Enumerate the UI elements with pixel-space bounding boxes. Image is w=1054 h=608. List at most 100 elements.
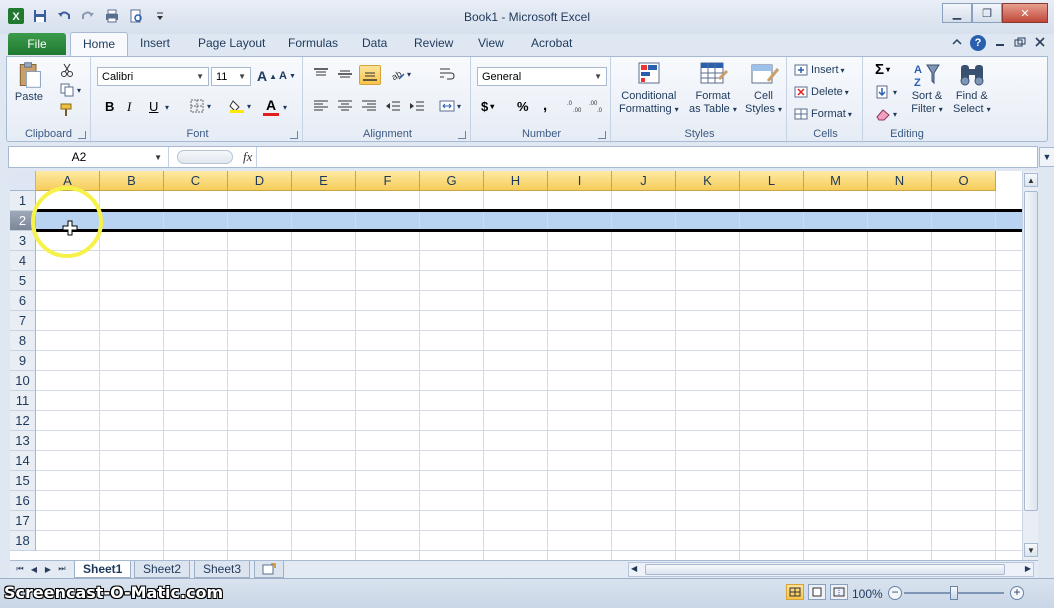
row-header[interactable]: 13 bbox=[10, 431, 36, 451]
tab-acrobat[interactable]: Acrobat bbox=[531, 36, 572, 50]
font-name-select[interactable]: Calibri ▼ bbox=[97, 67, 209, 86]
scroll-left-button[interactable]: ◀ bbox=[631, 564, 637, 573]
formula-resize-handle[interactable] bbox=[177, 150, 233, 164]
first-sheet-icon[interactable]: ⏮ bbox=[14, 563, 26, 575]
decrease-decimal-button[interactable]: .00.0 bbox=[589, 99, 605, 113]
comma-button[interactable]: , bbox=[543, 97, 547, 114]
font-launcher-icon[interactable] bbox=[290, 131, 298, 139]
row-header[interactable]: 1 bbox=[10, 191, 36, 211]
sheet-tab-1[interactable]: Sheet1 bbox=[74, 561, 132, 578]
insert-function-button[interactable]: fx bbox=[243, 149, 252, 165]
copy-button[interactable]: ▾ bbox=[59, 83, 81, 97]
column-header[interactable]: C bbox=[164, 171, 228, 191]
tab-data[interactable]: Data bbox=[362, 36, 387, 50]
tab-insert[interactable]: Insert bbox=[140, 36, 170, 50]
select-all-button[interactable] bbox=[10, 171, 36, 191]
bold-button[interactable]: B bbox=[105, 99, 114, 114]
grow-font-button[interactable]: A ▲ bbox=[257, 68, 277, 84]
column-header[interactable]: F bbox=[356, 171, 420, 191]
font-color-button[interactable]: A bbox=[263, 97, 279, 116]
increase-decimal-button[interactable]: .0.00 bbox=[567, 99, 583, 113]
column-header[interactable]: L bbox=[740, 171, 804, 191]
column-header[interactable]: I bbox=[548, 171, 612, 191]
column-header[interactable]: H bbox=[484, 171, 548, 191]
workbook-restore-icon[interactable] bbox=[1014, 36, 1026, 50]
font-color-dropdown-icon[interactable]: ▾ bbox=[283, 103, 287, 112]
sheet-tab-3[interactable]: Sheet3 bbox=[194, 561, 251, 578]
scroll-down-button[interactable]: ▼ bbox=[1024, 543, 1038, 557]
clipboard-launcher-icon[interactable] bbox=[78, 131, 86, 139]
tab-formulas[interactable]: Formulas bbox=[288, 36, 338, 50]
alignment-launcher-icon[interactable] bbox=[458, 131, 466, 139]
row-header[interactable]: 14 bbox=[10, 451, 36, 471]
cell-styles-button[interactable]: Cell Styles ▾ bbox=[745, 61, 782, 115]
orientation-button[interactable]: ab ▾ bbox=[389, 67, 411, 81]
help-icon[interactable]: ? bbox=[970, 35, 986, 51]
align-left-button[interactable] bbox=[313, 99, 329, 113]
decrease-indent-button[interactable] bbox=[385, 99, 401, 113]
horizontal-scrollbar[interactable]: ▶ ◀ bbox=[628, 562, 1034, 577]
row-header[interactable]: 11 bbox=[10, 391, 36, 411]
page-layout-view-button[interactable] bbox=[808, 584, 826, 600]
scroll-right-button[interactable]: ▶ bbox=[1025, 564, 1031, 573]
row-header[interactable]: 8 bbox=[10, 331, 36, 351]
row-header[interactable]: 16 bbox=[10, 491, 36, 511]
zoom-slider-thumb[interactable] bbox=[950, 586, 958, 600]
row-header[interactable]: 9 bbox=[10, 351, 36, 371]
sheet-tab-2[interactable]: Sheet2 bbox=[134, 561, 191, 578]
workbook-close-icon[interactable] bbox=[1034, 36, 1046, 50]
prev-sheet-icon[interactable]: ◀ bbox=[28, 563, 40, 575]
minimize-ribbon-icon[interactable] bbox=[952, 36, 962, 50]
row-header[interactable]: 10 bbox=[10, 371, 36, 391]
vertical-scroll-thumb[interactable] bbox=[1024, 191, 1038, 511]
fill-color-button[interactable]: ▾ bbox=[229, 99, 251, 113]
find-select-button[interactable]: Find & Select ▾ bbox=[953, 61, 991, 115]
column-header[interactable]: D bbox=[228, 171, 292, 191]
zoom-out-button[interactable]: − bbox=[888, 586, 902, 600]
row-header[interactable]: 17 bbox=[10, 511, 36, 531]
formula-input[interactable] bbox=[261, 149, 1033, 165]
row-header[interactable]: 12 bbox=[10, 411, 36, 431]
column-header[interactable]: M bbox=[804, 171, 868, 191]
merge-center-button[interactable]: ▾ bbox=[439, 99, 461, 113]
row-header[interactable]: 6 bbox=[10, 291, 36, 311]
number-launcher-icon[interactable] bbox=[598, 131, 606, 139]
worksheet-grid[interactable]: ABCDEFGHIJKLMNO 1 2 3 4 5 6 7 8 9 10 11 12 13 14 15 16 1… bbox=[10, 171, 1022, 560]
workbook-minimize-icon[interactable] bbox=[994, 36, 1006, 50]
vertical-scrollbar[interactable]: ▲ ▼ bbox=[1022, 171, 1038, 560]
fill-button[interactable]: ▾ bbox=[875, 85, 897, 99]
normal-view-button[interactable] bbox=[786, 584, 804, 600]
italic-button[interactable]: I bbox=[127, 99, 131, 115]
format-cells-button[interactable]: Format ▾ bbox=[793, 107, 852, 121]
delete-cells-button[interactable]: Delete ▾ bbox=[793, 85, 849, 99]
zoom-in-button[interactable]: + bbox=[1010, 586, 1024, 600]
tab-view[interactable]: View bbox=[478, 36, 504, 50]
cut-button[interactable] bbox=[59, 63, 75, 77]
row-header[interactable]: 5 bbox=[10, 271, 36, 291]
minimize-button[interactable]: ▁ bbox=[942, 3, 972, 23]
column-header[interactable]: G bbox=[420, 171, 484, 191]
restore-button[interactable]: ❐ bbox=[972, 3, 1002, 23]
format-painter-button[interactable] bbox=[59, 103, 75, 117]
tab-page-layout[interactable]: Page Layout bbox=[198, 36, 265, 50]
conditional-formatting-button[interactable]: Conditional Formatting ▾ bbox=[619, 61, 679, 115]
column-header[interactable]: K bbox=[676, 171, 740, 191]
insert-sheet-button[interactable] bbox=[254, 561, 284, 578]
close-button[interactable]: ✕ bbox=[1002, 3, 1048, 23]
number-format-select[interactable]: General ▼ bbox=[477, 67, 607, 86]
middle-align-button[interactable] bbox=[337, 67, 353, 81]
chevron-down-icon[interactable]: ▼ bbox=[154, 153, 162, 162]
autosum-button[interactable]: Σ ▾ bbox=[875, 61, 890, 78]
name-box[interactable]: A2 ▼ bbox=[9, 147, 169, 167]
next-sheet-icon[interactable]: ▶ bbox=[42, 563, 54, 575]
expand-formula-bar-button[interactable]: ▼ bbox=[1039, 147, 1054, 167]
row-header[interactable]: 7 bbox=[10, 311, 36, 331]
tab-review[interactable]: Review bbox=[414, 36, 453, 50]
bottom-align-button[interactable] bbox=[359, 65, 381, 85]
top-align-button[interactable] bbox=[313, 67, 329, 81]
page-break-view-button[interactable] bbox=[830, 584, 848, 600]
column-header[interactable]: B bbox=[100, 171, 164, 191]
column-header[interactable]: E bbox=[292, 171, 356, 191]
format-as-table-button[interactable]: Format as Table ▾ bbox=[689, 61, 737, 115]
align-center-button[interactable] bbox=[337, 99, 353, 113]
